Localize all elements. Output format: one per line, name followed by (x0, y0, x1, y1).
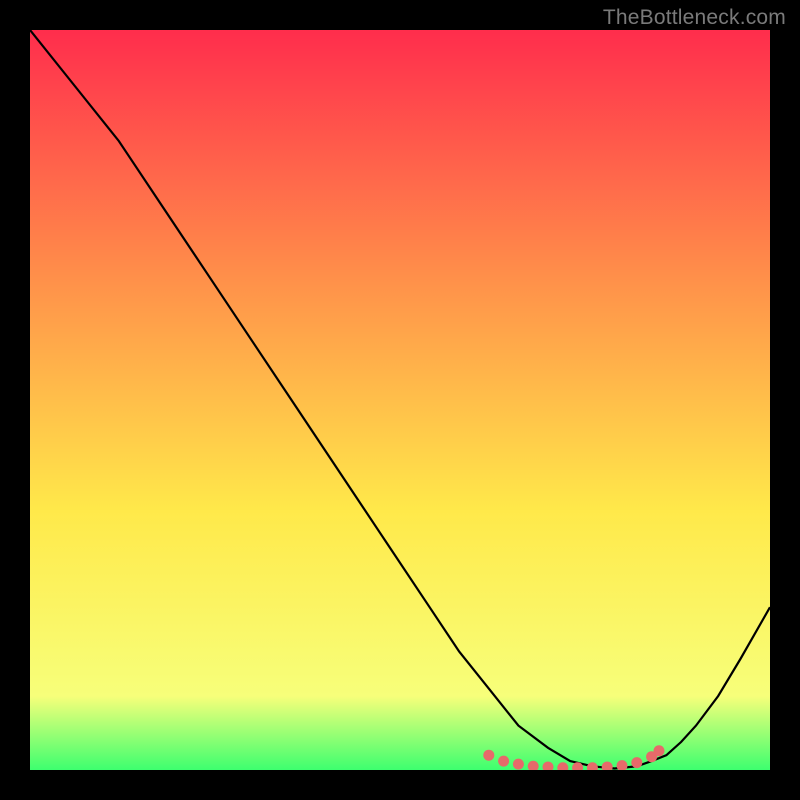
min-dot (513, 759, 524, 770)
min-dot (631, 757, 642, 768)
gradient-background (30, 30, 770, 770)
min-dot (483, 750, 494, 761)
min-dot (498, 756, 509, 767)
plot-area (30, 30, 770, 770)
watermark-text: TheBottleneck.com (603, 6, 786, 30)
min-dot (654, 745, 665, 756)
chart-svg (30, 30, 770, 770)
